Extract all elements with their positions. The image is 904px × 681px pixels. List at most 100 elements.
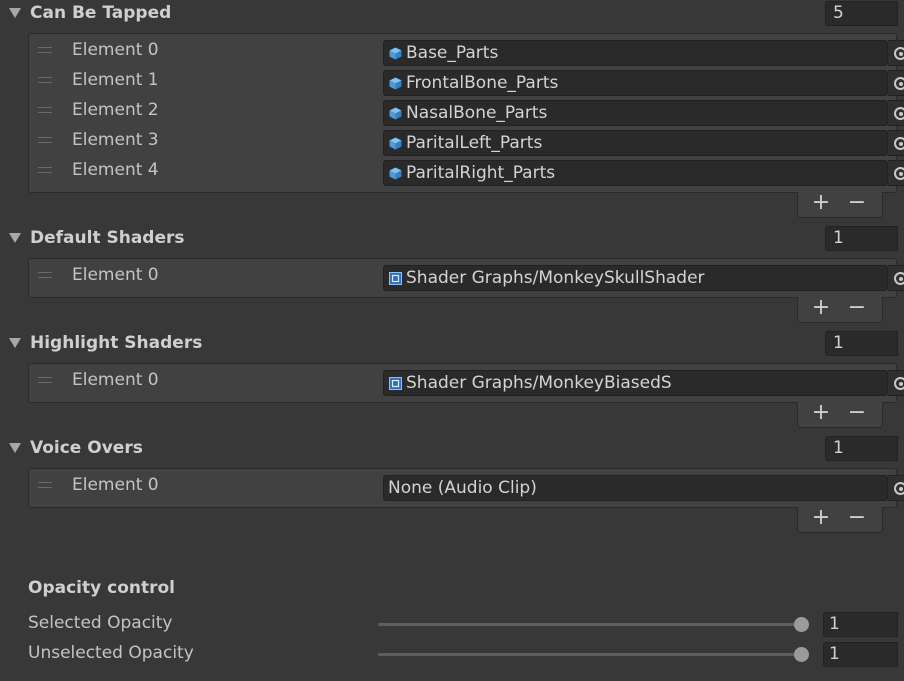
object-field-value: NasalBone_Parts [406,103,548,123]
list-box-voice-overs: Element 0 None (Audio Clip) [28,468,904,508]
list-box-highlight-shaders: Element 0 Shader Graphs/MonkeyBiasedS [28,363,904,403]
prefab-cube-icon [389,107,402,120]
unselected-opacity-slider-track[interactable] [378,653,809,656]
prefab-cube-icon [389,47,402,60]
object-picker-icon [894,107,904,120]
opacity-control-header: Opacity control [28,578,175,598]
drag-handle-icon[interactable] [38,167,52,173]
object-picker-icon [894,377,904,390]
object-field[interactable]: Base_Parts [383,40,888,66]
foldout-arrow-icon[interactable] [9,233,21,243]
drag-handle-icon[interactable] [38,137,52,143]
shader-graph-icon [389,272,402,285]
object-field[interactable]: Shader Graphs/MonkeyBiasedS [383,370,888,396]
element-label: Element 0 [72,265,159,285]
object-picker-button[interactable] [888,265,904,291]
foldout-arrow-icon[interactable] [9,443,21,453]
list-item[interactable]: Element 0 None (Audio Clip) [29,471,904,501]
list-add-remove-footer: + − [797,297,883,323]
object-field[interactable]: None (Audio Clip) [383,475,888,501]
object-field[interactable]: NasalBone_Parts [383,100,888,126]
list-add-remove-footer: + − [797,507,883,533]
prefab-cube-icon [389,137,402,150]
section-header-voice-overs[interactable]: Voice Overs [0,435,904,463]
section-title: Highlight Shaders [30,333,203,353]
remove-element-button[interactable]: − [842,507,872,531]
object-picker-button[interactable] [888,370,904,396]
object-field-value: None (Audio Clip) [388,478,537,498]
drag-handle-icon[interactable] [38,77,52,83]
object-field-value: Base_Parts [406,43,499,63]
list-item[interactable]: Element 4 ParitalRight_Parts [29,156,904,186]
section-header-can-be-tapped[interactable]: Can Be Tapped [0,0,904,28]
object-picker-button[interactable] [888,130,904,156]
list-box-default-shaders: Element 0 Shader Graphs/MonkeySkullShade… [28,258,904,298]
foldout-arrow-icon[interactable] [9,338,21,348]
object-picker-icon [894,167,904,180]
object-picker-icon [894,77,904,90]
element-label: Element 0 [72,40,159,60]
array-size-field[interactable]: 1 [825,331,898,356]
list-item[interactable]: Element 0 Base_Parts [29,36,904,66]
list-item[interactable]: Element 2 NasalBone_Parts [29,96,904,126]
object-picker-button[interactable] [888,475,904,501]
element-label: Element 4 [72,160,159,180]
foldout-arrow-icon[interactable] [9,8,21,18]
section-title: Voice Overs [30,438,143,458]
element-label: Element 2 [72,100,159,120]
drag-handle-icon[interactable] [38,377,52,383]
add-element-button[interactable]: + [806,192,836,216]
object-picker-icon [894,47,904,60]
array-size-field[interactable]: 1 [825,436,898,461]
object-picker-button[interactable] [888,100,904,126]
unselected-opacity-slider-handle[interactable] [794,647,809,662]
element-label: Element 3 [72,130,159,150]
object-field[interactable]: ParitalLeft_Parts [383,130,888,156]
section-header-default-shaders[interactable]: Default Shaders [0,225,904,253]
section-header-highlight-shaders[interactable]: Highlight Shaders [0,330,904,358]
object-field-value: ParitalRight_Parts [406,163,556,183]
array-size-field[interactable]: 5 [825,1,898,26]
selected-opacity-label: Selected Opacity [28,613,173,633]
list-add-remove-footer: + − [797,192,883,218]
object-picker-icon [894,272,904,285]
unselected-opacity-label: Unselected Opacity [28,643,194,663]
remove-element-button[interactable]: − [842,297,872,321]
object-field-value: Shader Graphs/MonkeyBiasedS [406,373,672,393]
drag-handle-icon[interactable] [38,107,52,113]
list-item[interactable]: Element 0 Shader Graphs/MonkeySkullShade… [29,261,904,291]
prefab-cube-icon [389,77,402,90]
object-picker-icon [894,137,904,150]
section-title: Can Be Tapped [30,3,172,23]
array-size-field[interactable]: 1 [825,226,898,251]
section-title: Default Shaders [30,228,185,248]
object-field[interactable]: ParitalRight_Parts [383,160,888,186]
object-field[interactable]: Shader Graphs/MonkeySkullShader [383,265,888,291]
list-item[interactable]: Element 1 FrontalBone_Parts [29,66,904,96]
add-element-button[interactable]: + [806,402,836,426]
list-item[interactable]: Element 0 Shader Graphs/MonkeyBiasedS [29,366,904,396]
object-field-value: FrontalBone_Parts [406,73,559,93]
prefab-cube-icon [389,167,402,180]
selected-opacity-slider-track[interactable] [378,623,809,626]
drag-handle-icon[interactable] [38,482,52,488]
object-picker-button[interactable] [888,40,904,66]
drag-handle-icon[interactable] [38,47,52,53]
element-label: Element 0 [72,370,159,390]
object-picker-icon [894,482,904,495]
object-picker-button[interactable] [888,70,904,96]
add-element-button[interactable]: + [806,507,836,531]
element-label: Element 0 [72,475,159,495]
object-field-value: Shader Graphs/MonkeySkullShader [406,268,705,288]
list-item[interactable]: Element 3 ParitalLeft_Parts [29,126,904,156]
object-field[interactable]: FrontalBone_Parts [383,70,888,96]
object-picker-button[interactable] [888,160,904,186]
remove-element-button[interactable]: − [842,402,872,426]
element-label: Element 1 [72,70,159,90]
selected-opacity-field[interactable]: 1 [823,612,898,637]
remove-element-button[interactable]: − [842,192,872,216]
drag-handle-icon[interactable] [38,272,52,278]
selected-opacity-slider-handle[interactable] [794,617,809,632]
unselected-opacity-field[interactable]: 1 [823,642,898,667]
add-element-button[interactable]: + [806,297,836,321]
